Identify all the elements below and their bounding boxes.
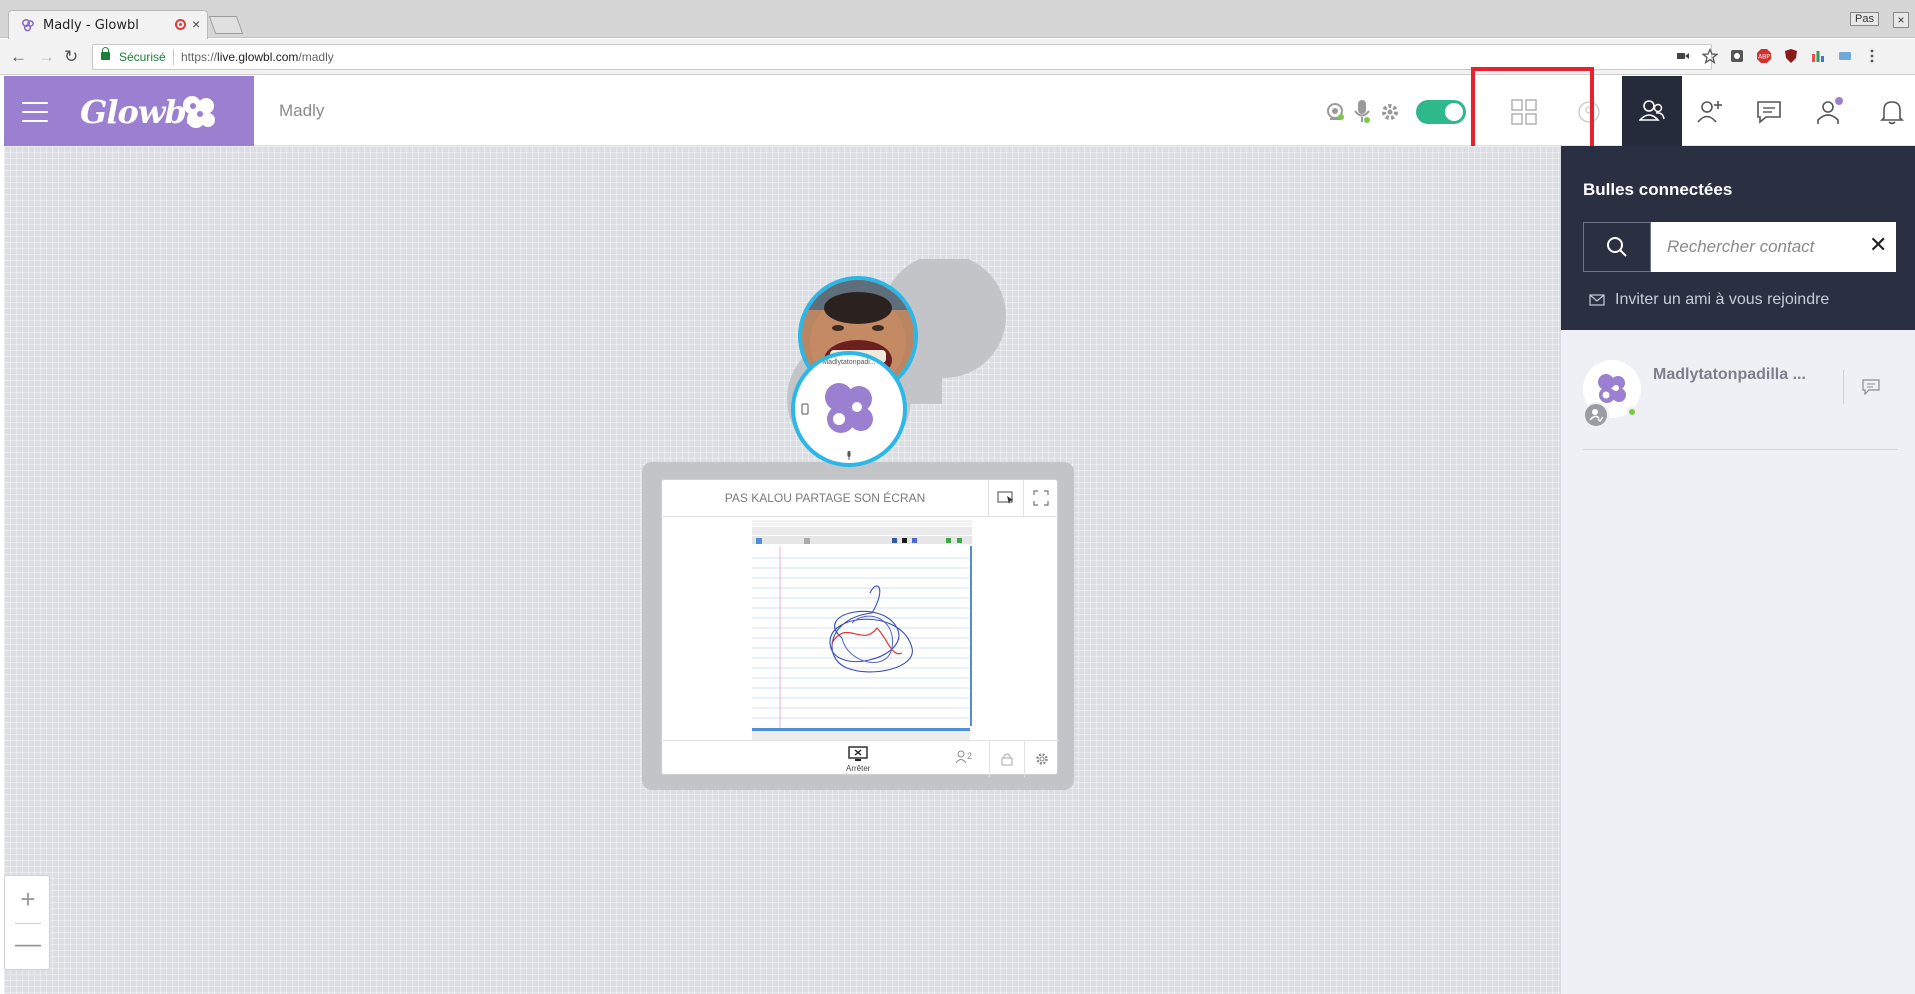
url-host: live.glowbl.com <box>217 50 299 64</box>
app-header: Glowbl Madly <box>4 76 1915 146</box>
participants-icon[interactable] <box>1816 96 1846 126</box>
reload-icon[interactable]: ↻ <box>64 47 78 67</box>
invite-text: Inviter un ami à vous rejoindre <box>1615 291 1830 308</box>
contact-list-item[interactable]: Madlytatonpadilla ... <box>1583 360 1898 450</box>
browser-toolbar: ← → ↻ Sécurisé https://live.glowbl.com/m… <box>0 39 1915 75</box>
camera-icon[interactable] <box>1675 48 1691 64</box>
url-scheme: https:// <box>181 50 218 64</box>
extension-icons: ABP <box>1675 48 1880 64</box>
highlight-annotation <box>1471 67 1594 154</box>
back-icon[interactable]: ← <box>10 47 27 67</box>
user-check-icon <box>1589 409 1604 423</box>
bookmark-star-icon[interactable] <box>1702 48 1718 64</box>
zoom-out-button[interactable]: — <box>5 928 51 959</box>
address-bar[interactable]: Sécurisé https://live.glowbl.com/madly <box>92 44 1712 70</box>
lock-icon <box>101 47 110 60</box>
contacts-icon <box>1639 100 1665 121</box>
zoom-in-button[interactable]: + <box>5 884 51 915</box>
my-bubble-label: Madlytatonpadi... <box>822 359 876 366</box>
window-close-button[interactable]: × <box>1893 12 1909 28</box>
glowbl-logo-icon <box>183 96 215 128</box>
search-button[interactable] <box>1583 222 1651 272</box>
connected-bubbles-panel: Bulles connectées ✕ Inviter un ami à vou… <box>1560 146 1915 994</box>
stop-sharing-label[interactable]: Arrêter <box>846 764 870 773</box>
participants-count: 2 <box>967 751 973 761</box>
url-path: /madly <box>298 50 334 64</box>
contact-name: Madlytatonpadilla ... <box>1653 366 1806 383</box>
fullscreen-button[interactable] <box>1023 480 1058 517</box>
glowbl-avatar-icon <box>1598 374 1626 403</box>
search-icon <box>1607 237 1627 257</box>
more-vertical-icon[interactable] <box>1864 48 1880 64</box>
message-contact-button[interactable] <box>1843 370 1898 404</box>
panel-title: Bulles connectées <box>1583 180 1733 199</box>
chat-icon <box>1862 379 1880 395</box>
brand-area: Glowbl <box>4 76 254 146</box>
recording-icon <box>175 19 186 30</box>
remote-control-button[interactable] <box>988 480 1023 517</box>
adblock-icon[interactable]: ABP <box>1756 48 1772 64</box>
shared-screen-preview <box>752 518 972 740</box>
secure-label: Sécurisé <box>119 50 166 64</box>
mic-small-icon <box>847 451 851 460</box>
screen-share-title: PAS KALOU PARTAGE SON ÉCRAN <box>662 480 988 517</box>
window-user-badge[interactable]: Pas <box>1850 12 1879 26</box>
chat-icon[interactable] <box>1756 100 1782 124</box>
my-bubble[interactable]: Madlytatonpadi... <box>791 351 907 467</box>
clear-search-icon[interactable]: ✕ <box>1869 232 1887 258</box>
tab-close-icon[interactable]: × <box>192 16 200 32</box>
room-name: Madly <box>279 101 325 120</box>
tab-title: Madly - Glowbl <box>43 18 139 33</box>
share-settings-button[interactable] <box>1024 741 1059 777</box>
glowbl-avatar-icon <box>825 383 873 433</box>
media-settings-icon[interactable] <box>1380 102 1400 122</box>
user-type-badge <box>1583 402 1609 428</box>
shield-extension-icon[interactable] <box>1729 48 1745 64</box>
panel-header: Bulles connectées ✕ Inviter un ami à vou… <box>1561 146 1915 330</box>
envelope-icon <box>1589 294 1605 306</box>
add-user-icon[interactable] <box>1696 98 1724 126</box>
webcam-icon[interactable] <box>1324 101 1346 123</box>
glowbl-favicon-icon <box>21 18 34 32</box>
svg-text:ABP: ABP <box>1758 54 1770 61</box>
notifications-icon[interactable] <box>1880 98 1904 126</box>
lock-share-button[interactable] <box>989 741 1024 777</box>
browser-tab[interactable]: Madly - Glowbl × <box>8 10 208 39</box>
forward-icon[interactable]: → <box>38 47 55 67</box>
tab-connected-contacts[interactable] <box>1622 76 1682 146</box>
screen-share-footer: Arrêter 2 <box>662 740 1059 777</box>
mobile-device-icon <box>801 403 809 415</box>
search-contact-input[interactable] <box>1651 222 1896 272</box>
stats-extension-icon[interactable] <box>1810 48 1826 64</box>
new-tab-button[interactable] <box>208 16 244 34</box>
lock-icon <box>1001 753 1013 766</box>
browser-tab-bar: Madly - Glowbl × Pas × <box>0 0 1915 39</box>
room-canvas[interactable]: PAS KALOU PARTAGE SON ÉCRAN Arrêter 2 Ma… <box>4 146 1560 994</box>
online-status-dot <box>1627 407 1637 417</box>
stop-sharing-icon[interactable] <box>848 746 868 762</box>
gear-icon <box>1036 753 1048 765</box>
remote-control-icon <box>997 491 1013 504</box>
translate-extension-icon[interactable] <box>1837 48 1853 64</box>
url-text: https://live.glowbl.com/madly <box>181 50 334 64</box>
microphone-icon[interactable] <box>1352 98 1372 126</box>
invite-friend-link[interactable]: Inviter un ami à vous rejoindre <box>1589 291 1829 309</box>
ublock-icon[interactable] <box>1783 48 1799 64</box>
screen-share-card: PAS KALOU PARTAGE SON ÉCRAN Arrêter 2 <box>661 479 1059 777</box>
zoom-controls: + — <box>4 875 50 970</box>
menu-icon[interactable] <box>22 102 48 122</box>
divider <box>173 49 174 65</box>
divider <box>15 923 41 924</box>
fullscreen-icon <box>1033 490 1049 506</box>
media-toggle[interactable] <box>1416 100 1466 124</box>
